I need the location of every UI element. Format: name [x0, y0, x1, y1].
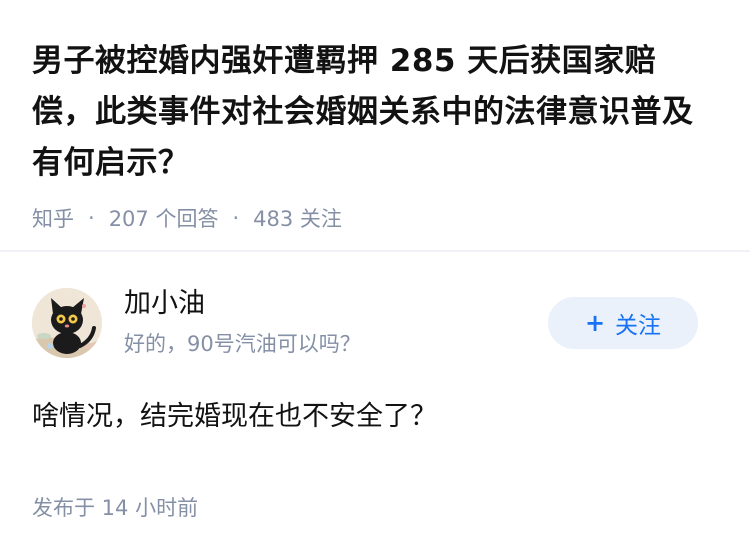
answer-count[interactable]: 207 个回答: [109, 203, 219, 233]
author-row: 加小油 好的，90号汽油可以吗？ + 关注: [32, 288, 718, 358]
answer-time: 发布于 14 小时前: [32, 496, 199, 520]
question-meta: 知乎 · 207 个回答 · 483 关注: [32, 203, 718, 233]
meta-separator: ·: [88, 206, 95, 230]
meta-separator: ·: [232, 206, 240, 230]
avatar[interactable]: [32, 288, 102, 358]
author-info: 加小油 好的，90号汽油可以吗？: [124, 287, 548, 359]
black-cat-avatar-icon: [32, 288, 102, 358]
question-title[interactable]: 男子被控婚内强奸遭羁押 285 天后获国家赔偿，此类事件对社会婚姻关系中的法律意…: [32, 36, 718, 189]
author-bio: 好的，90号汽油可以吗？: [124, 332, 361, 356]
answer-content[interactable]: 啥情况，结完婚现在也不安全了？: [32, 398, 718, 436]
follow-label: 关注: [615, 313, 662, 339]
author-name[interactable]: 加小油: [124, 287, 548, 321]
plus-icon: +: [584, 309, 606, 337]
answer-card: 加小油 好的，90号汽油可以吗？ + 关注 啥情况，结完婚现在也不安全了？ 发布…: [0, 252, 750, 522]
follow-button[interactable]: + 关注: [548, 297, 698, 349]
zhihu-page: 男子被控婚内强奸遭羁押 285 天后获国家赔偿，此类事件对社会婚姻关系中的法律意…: [0, 0, 750, 540]
follower-count: 483 关注: [253, 207, 342, 231]
source-label[interactable]: 知乎: [32, 203, 74, 233]
question-header: 男子被控婚内强奸遭羁押 285 天后获国家赔偿，此类事件对社会婚姻关系中的法律意…: [0, 0, 750, 250]
